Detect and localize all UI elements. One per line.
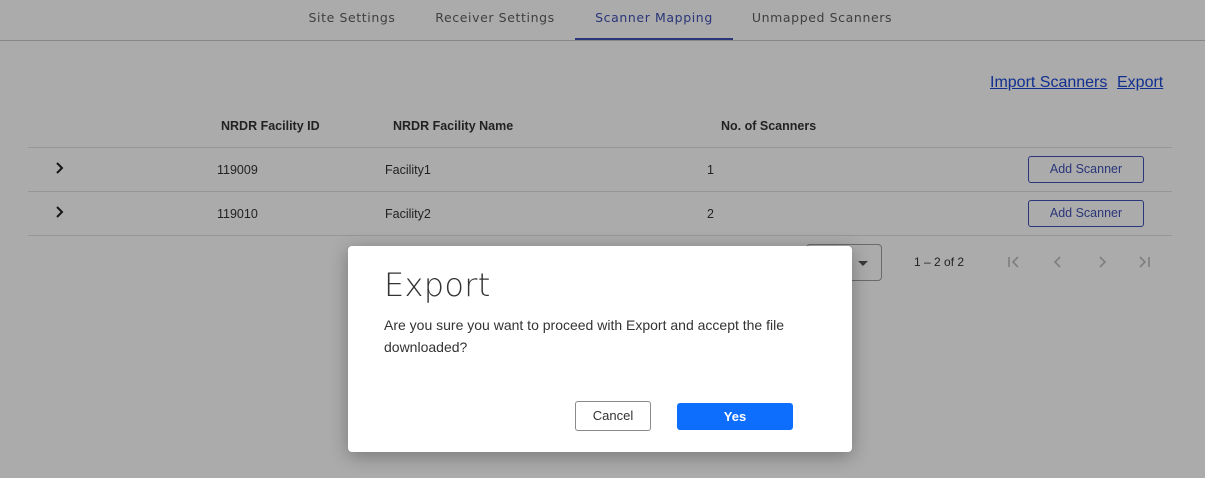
dialog-message: Are you sure you want to proceed with Ex… (384, 317, 785, 355)
export-confirm-dialog: Export Are you sure you want to proceed … (348, 246, 852, 452)
dialog-title: Export (384, 266, 491, 304)
cancel-button[interactable]: Cancel (575, 401, 651, 431)
yes-button[interactable]: Yes (677, 403, 793, 430)
scanner-mapping-page: Site Settings Receiver Settings Scanner … (0, 0, 1205, 478)
